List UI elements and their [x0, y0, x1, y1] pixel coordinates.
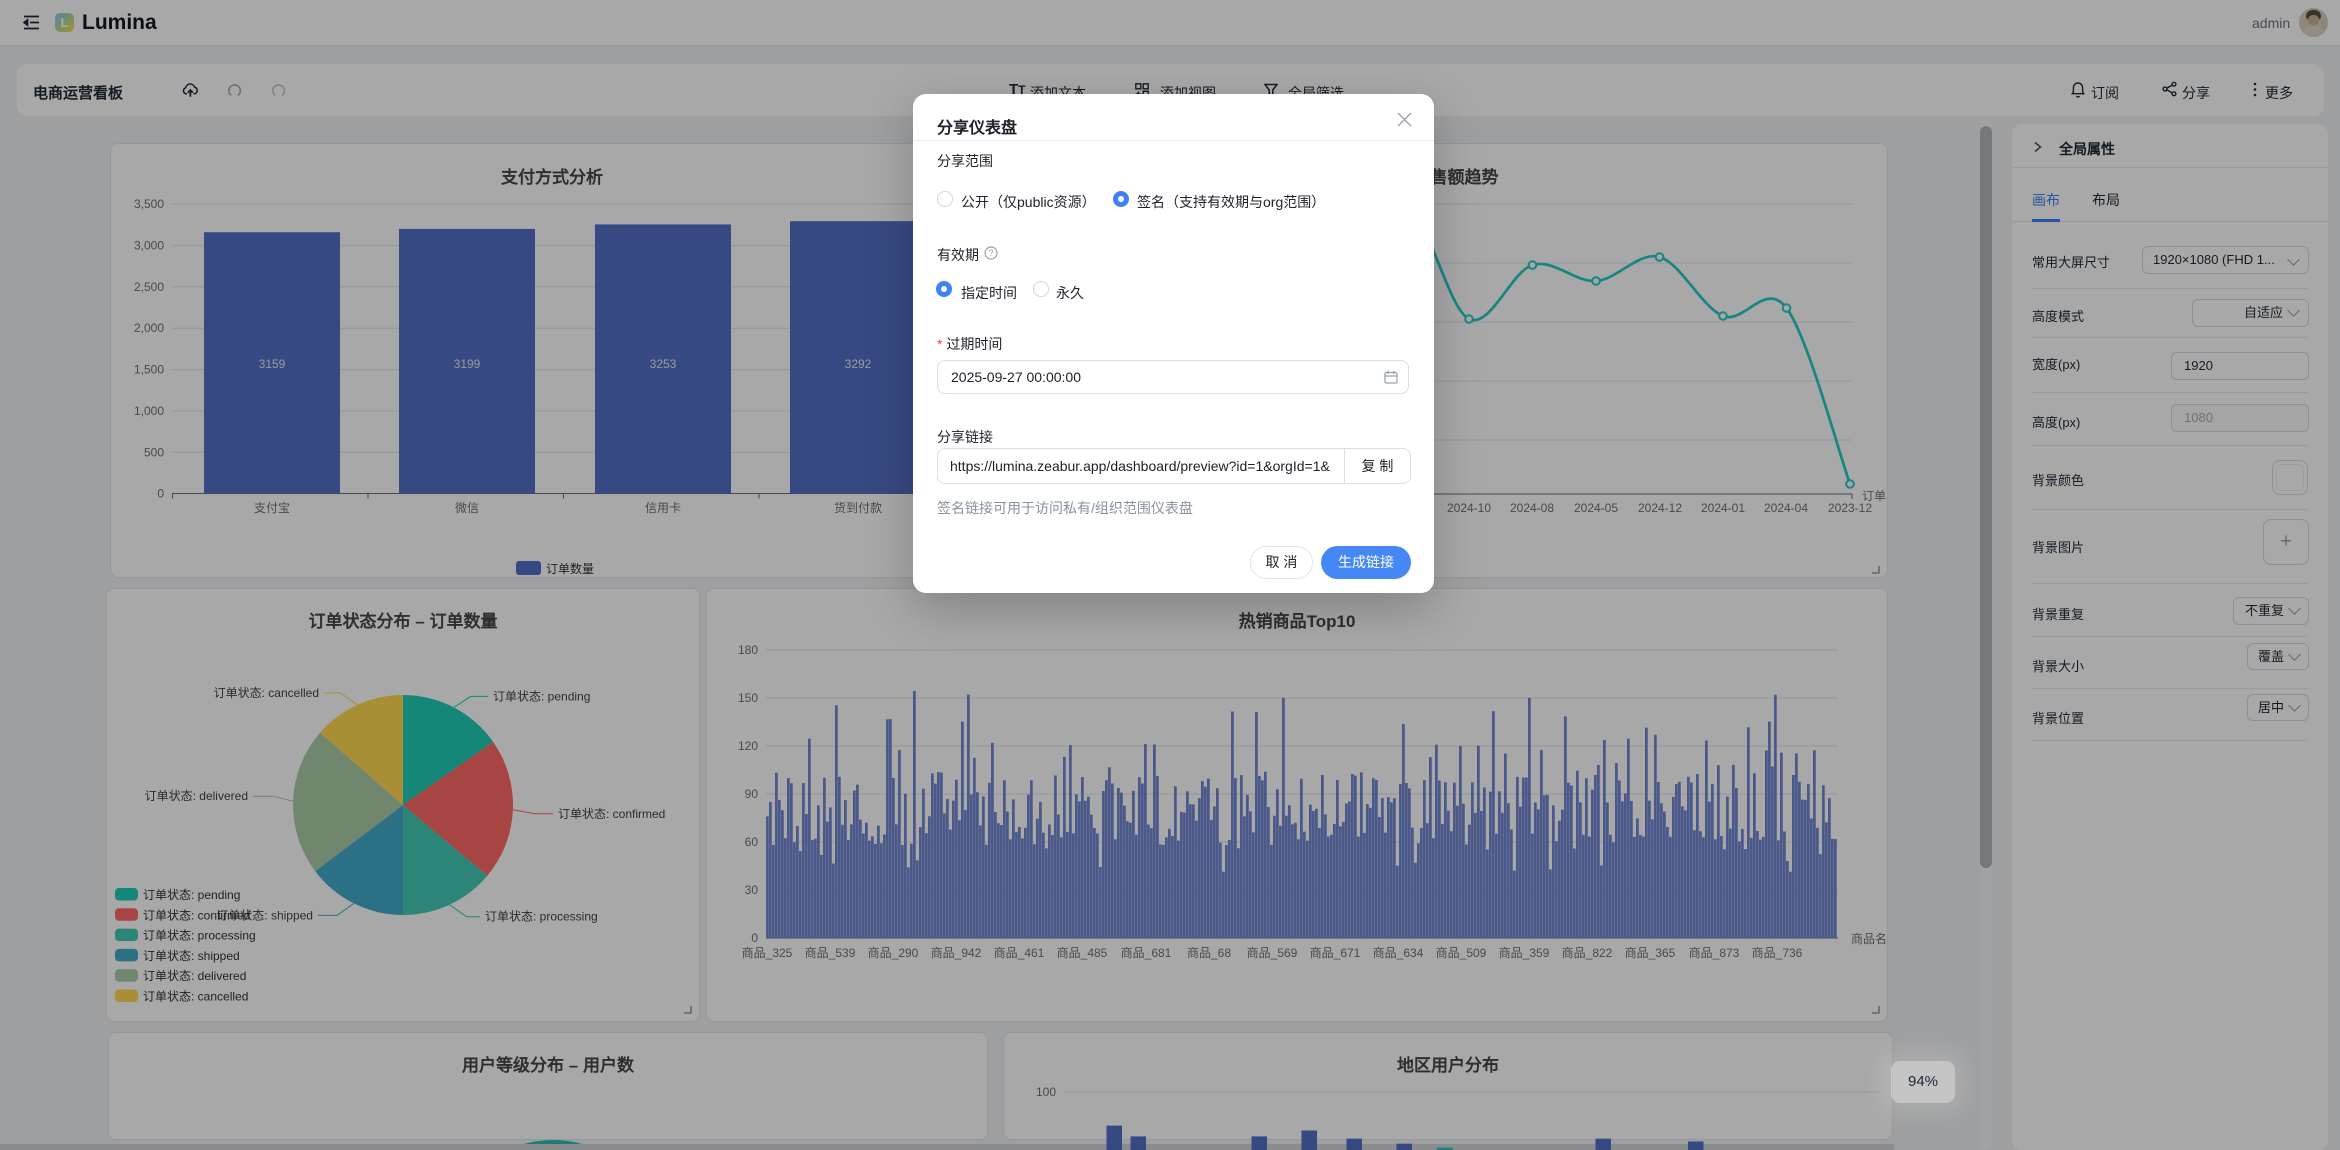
svg-text:?: ? — [988, 248, 993, 258]
